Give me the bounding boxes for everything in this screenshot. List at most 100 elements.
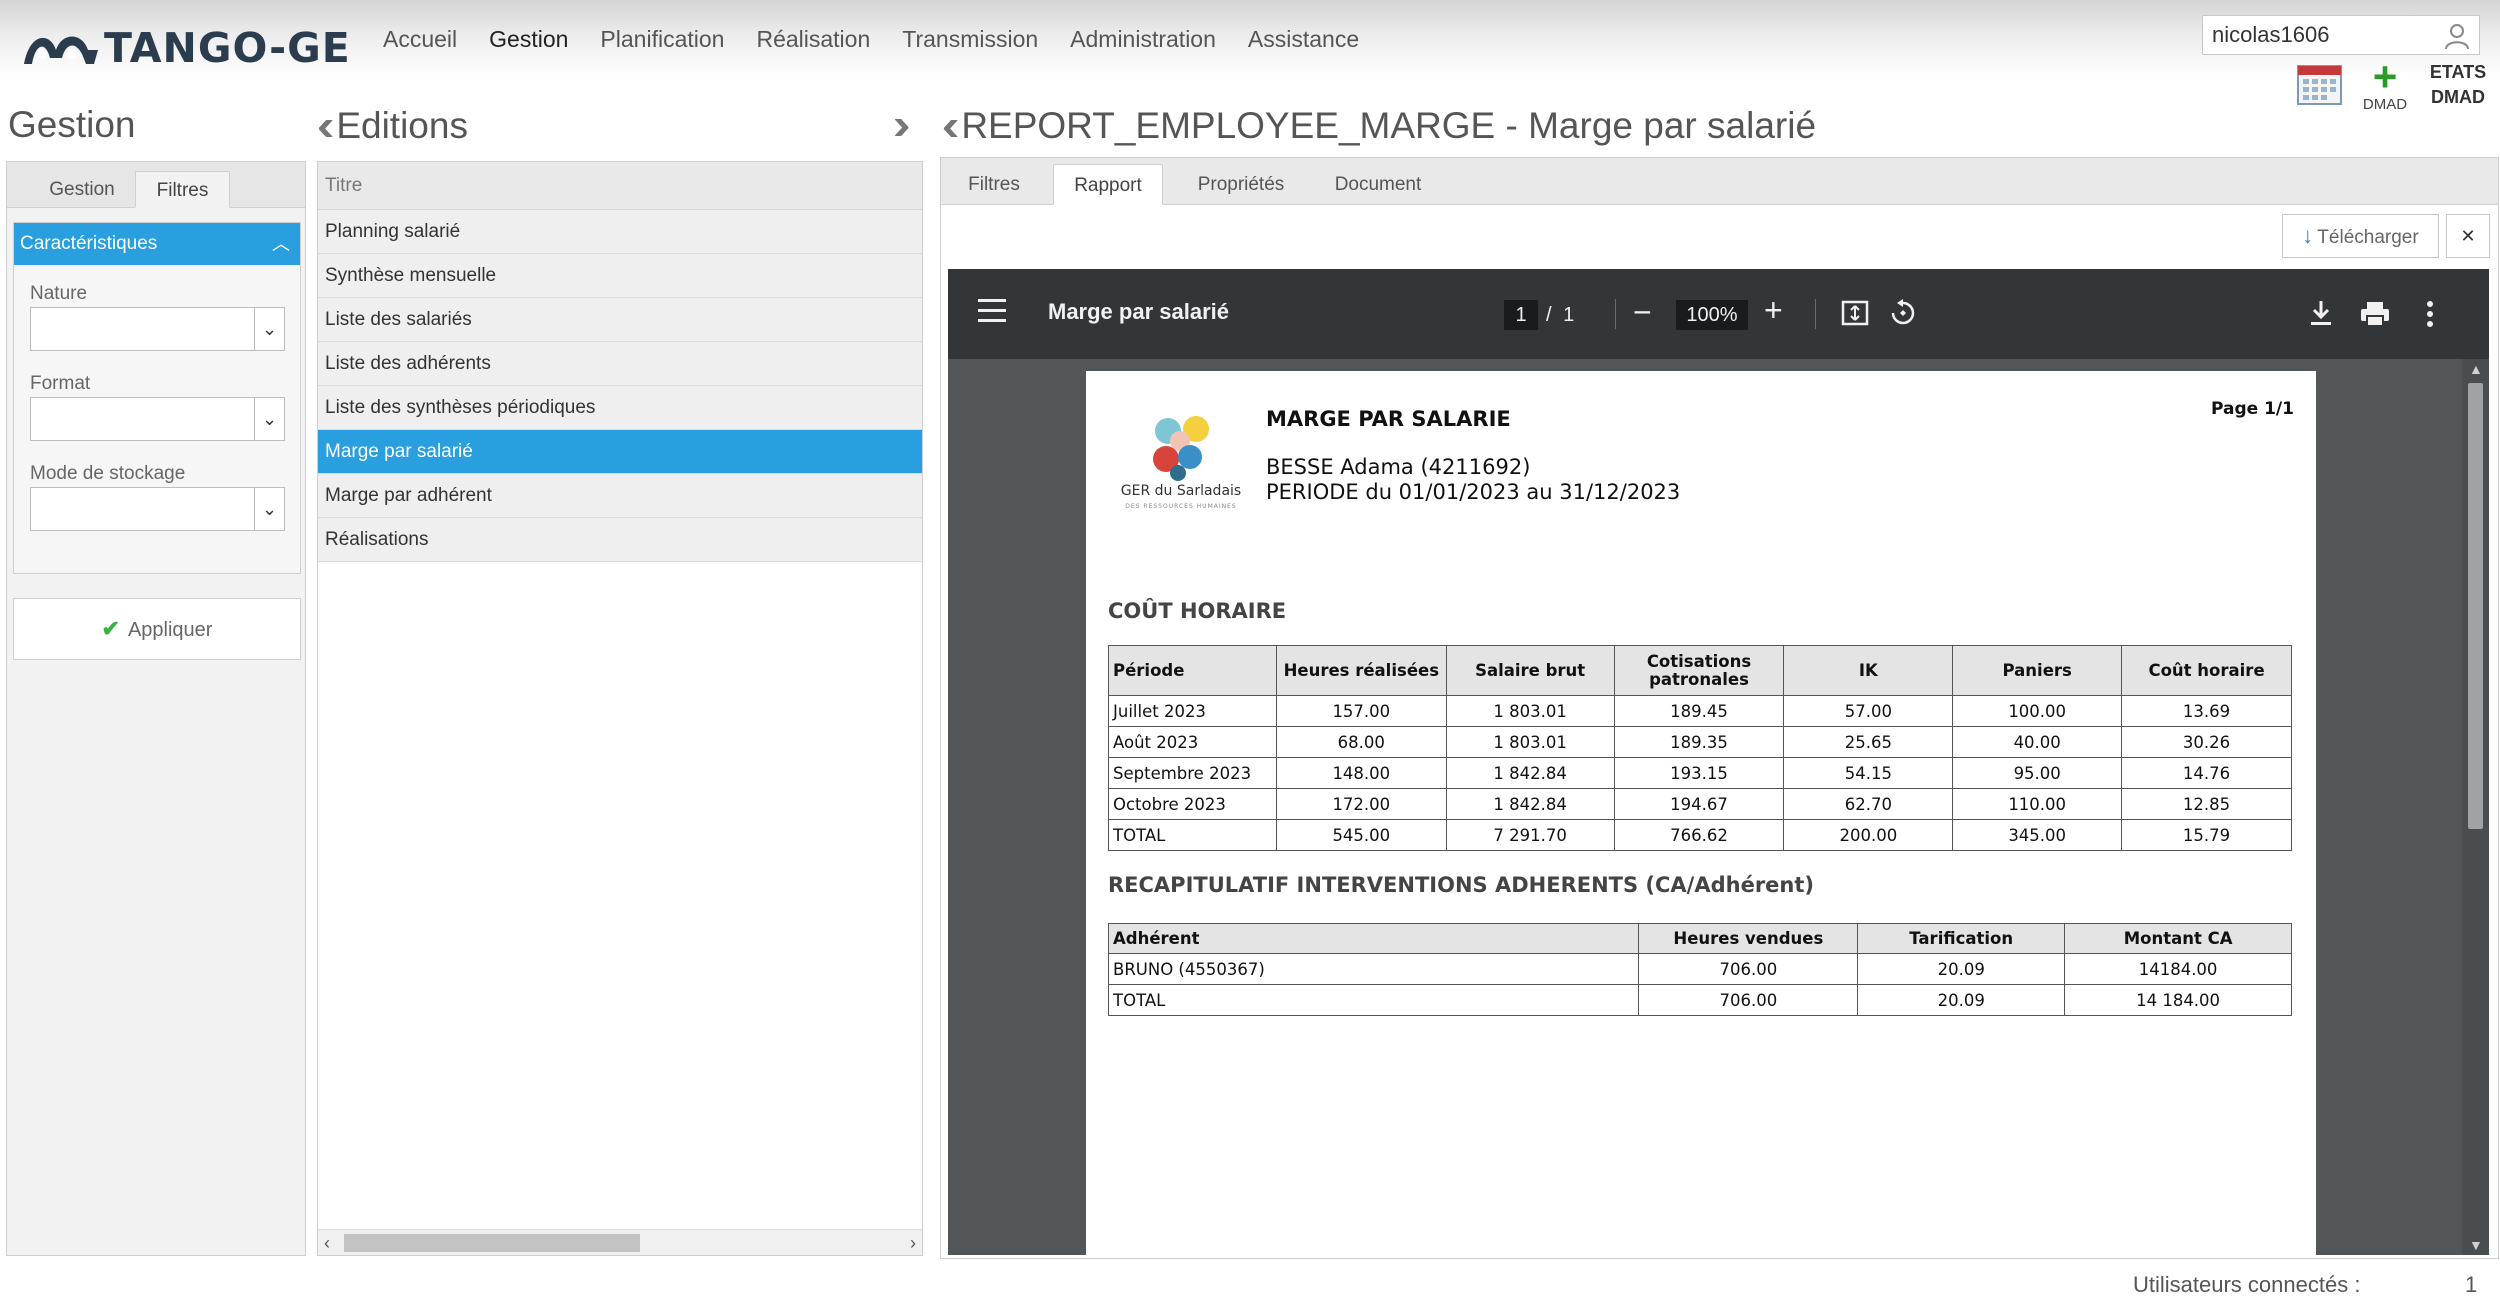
page-number-input[interactable]: 1 bbox=[1504, 300, 1538, 330]
chevron-down-icon[interactable]: ⌄ bbox=[254, 488, 284, 530]
zoom-in-icon[interactable]: + bbox=[1764, 292, 1783, 329]
storage-mode-select[interactable]: ⌄ bbox=[30, 487, 285, 531]
column-header: Cotisations patronales bbox=[1613, 645, 1785, 696]
scroll-down-icon[interactable]: ▼ bbox=[2469, 1237, 2483, 1253]
gestion-title: Gestion bbox=[8, 104, 136, 145]
table-row: Octobre 2023 172.00 1 842.84 194.67 62.7… bbox=[1108, 788, 2292, 820]
edition-item[interactable]: Liste des synthèses périodiques bbox=[318, 386, 922, 430]
tab-rapport[interactable]: Rapport bbox=[1053, 164, 1163, 205]
table-cell: 68.00 bbox=[1275, 726, 1447, 758]
edition-item[interactable]: Planning salarié bbox=[318, 210, 922, 254]
horizontal-scrollbar[interactable]: ‹ › bbox=[318, 1229, 922, 1255]
toolbar-divider bbox=[1615, 299, 1616, 329]
chevron-down-icon[interactable]: ⌄ bbox=[254, 308, 284, 350]
tab-document[interactable]: Document bbox=[1317, 164, 1439, 205]
pdf-vertical-scrollbar[interactable]: ▲ ▼ bbox=[2462, 359, 2489, 1255]
menu-icon[interactable] bbox=[978, 299, 1006, 323]
scroll-up-icon[interactable]: ▲ bbox=[2469, 361, 2483, 377]
table-cell: 54.15 bbox=[1783, 757, 1954, 789]
user-icon[interactable] bbox=[2443, 22, 2471, 50]
column-header: Adhérent bbox=[1107, 923, 1640, 954]
table-cell: 14 184.00 bbox=[2064, 984, 2292, 1016]
collapse-editions-icon[interactable]: ‹‹ bbox=[942, 104, 960, 148]
user-field[interactable] bbox=[2202, 15, 2480, 55]
rotate-icon[interactable] bbox=[1888, 298, 1918, 328]
table-header-row: Adhérent Heures vendues Tarification Mon… bbox=[1107, 923, 2292, 954]
edition-item-selected[interactable]: Marge par salarié bbox=[318, 430, 922, 474]
table-cell: 100.00 bbox=[1952, 695, 2123, 727]
etats-dmad-button[interactable]: ETATS DMAD bbox=[2418, 60, 2498, 110]
nav-administration[interactable]: Administration bbox=[1070, 26, 1216, 53]
more-vertical-icon[interactable] bbox=[2426, 301, 2434, 327]
table-cell: TOTAL bbox=[1107, 984, 1640, 1016]
edition-item[interactable]: Liste des adhérents bbox=[318, 342, 922, 386]
zoom-out-icon[interactable]: − bbox=[1633, 294, 1652, 331]
table-cell: 57.00 bbox=[1783, 695, 1954, 727]
column-header: Période bbox=[1108, 645, 1277, 696]
chevron-up-icon[interactable]: ︿ bbox=[272, 223, 290, 265]
storage-mode-label: Mode de stockage bbox=[30, 463, 186, 484]
table-cell: 62.70 bbox=[1783, 788, 1954, 820]
editions-header[interactable]: Titre bbox=[318, 162, 922, 210]
table-row: Août 2023 68.00 1 803.01 189.35 25.65 40… bbox=[1108, 726, 2292, 758]
column-header: Tarification bbox=[1857, 923, 2066, 954]
left-tabs: Gestion Filtres bbox=[7, 162, 305, 208]
tab-filtres[interactable]: Filtres bbox=[135, 171, 230, 208]
fullscreen-button[interactable]: ✕ bbox=[2446, 214, 2490, 258]
user-input[interactable] bbox=[2203, 16, 2433, 54]
toolbar-divider bbox=[1815, 299, 1816, 329]
table-row: BRUNO (4550367) 706.00 20.09 14184.00 bbox=[1107, 953, 2292, 985]
column-header: Coût horaire bbox=[2121, 645, 2292, 696]
table-cell: 766.62 bbox=[1613, 819, 1785, 851]
table-cell: Octobre 2023 bbox=[1108, 788, 1277, 820]
section-header-caracteristiques[interactable]: Caractéristiques ︿ bbox=[14, 223, 300, 265]
column-header: IK bbox=[1783, 645, 1954, 696]
edition-item[interactable]: Marge par adhérent bbox=[318, 474, 922, 518]
dmad-label: DMAD bbox=[2362, 96, 2408, 113]
cout-horaire-table: Période Heures réalisées Salaire brut Co… bbox=[1108, 645, 2292, 851]
tab-filtres[interactable]: Filtres bbox=[949, 164, 1039, 205]
nav-accueil[interactable]: Accueil bbox=[383, 26, 457, 53]
report-heading: MARGE PAR SALARIE bbox=[1266, 407, 1511, 431]
nav-planification[interactable]: Planification bbox=[600, 26, 724, 53]
nav-realisation[interactable]: Réalisation bbox=[756, 26, 870, 53]
filter-section: Caractéristiques ︿ Nature ⌄ Format ⌄ Mod… bbox=[13, 222, 301, 574]
scrollbar-thumb[interactable] bbox=[344, 1234, 640, 1252]
nature-label: Nature bbox=[30, 283, 88, 304]
tab-proprietes[interactable]: Propriétés bbox=[1177, 164, 1305, 205]
scroll-left-icon[interactable]: ‹ bbox=[324, 1230, 330, 1256]
format-select[interactable]: ⌄ bbox=[30, 397, 285, 441]
expand-right-icon[interactable]: ›› bbox=[893, 100, 911, 150]
nav-assistance[interactable]: Assistance bbox=[1248, 26, 1359, 53]
download-button[interactable]: ↓ Télécharger bbox=[2282, 214, 2439, 258]
chevron-down-icon[interactable]: ⌄ bbox=[254, 398, 284, 440]
collapse-left-icon[interactable]: ‹‹ bbox=[317, 104, 335, 148]
edition-item[interactable]: Liste des salariés bbox=[318, 298, 922, 342]
table-cell: 15.79 bbox=[2121, 819, 2292, 851]
company-logo: GER du Sarladais DES RESSOURCES HUMAINES bbox=[1116, 411, 1246, 531]
zoom-input[interactable]: 100% bbox=[1676, 300, 1748, 330]
add-dmad-button[interactable]: + DMAD bbox=[2355, 56, 2415, 114]
calendar-icon[interactable] bbox=[2296, 62, 2343, 106]
print-icon[interactable] bbox=[2360, 300, 2390, 328]
table-cell: 95.00 bbox=[1952, 757, 2123, 789]
tab-gestion[interactable]: Gestion bbox=[17, 171, 147, 208]
nature-select[interactable]: ⌄ bbox=[30, 307, 285, 351]
table-cell: 25.65 bbox=[1783, 726, 1954, 758]
scroll-right-icon[interactable]: › bbox=[910, 1230, 916, 1256]
nav-gestion[interactable]: Gestion bbox=[489, 26, 568, 53]
table-cell: 545.00 bbox=[1275, 819, 1447, 851]
nav-transmission[interactable]: Transmission bbox=[902, 26, 1038, 53]
app-logo[interactable]: TANGO-GE bbox=[20, 22, 351, 74]
edition-item[interactable]: Réalisations bbox=[318, 518, 922, 562]
report-title: REPORT_EMPLOYEE_MARGE - Marge par salari… bbox=[961, 105, 1817, 146]
apply-button[interactable]: ✔ Appliquer bbox=[13, 598, 301, 660]
fit-page-icon[interactable] bbox=[1841, 299, 1869, 327]
table-cell: 194.67 bbox=[1613, 788, 1785, 820]
tango-logo-icon bbox=[24, 36, 98, 64]
scrollbar-thumb[interactable] bbox=[2468, 383, 2483, 829]
connected-users-count: 1 bbox=[2465, 1272, 2478, 1297]
edition-item[interactable]: Synthèse mensuelle bbox=[318, 254, 922, 298]
pdf-download-icon[interactable] bbox=[2308, 299, 2334, 327]
report-period: PERIODE du 01/01/2023 au 31/12/2023 bbox=[1266, 480, 1681, 504]
